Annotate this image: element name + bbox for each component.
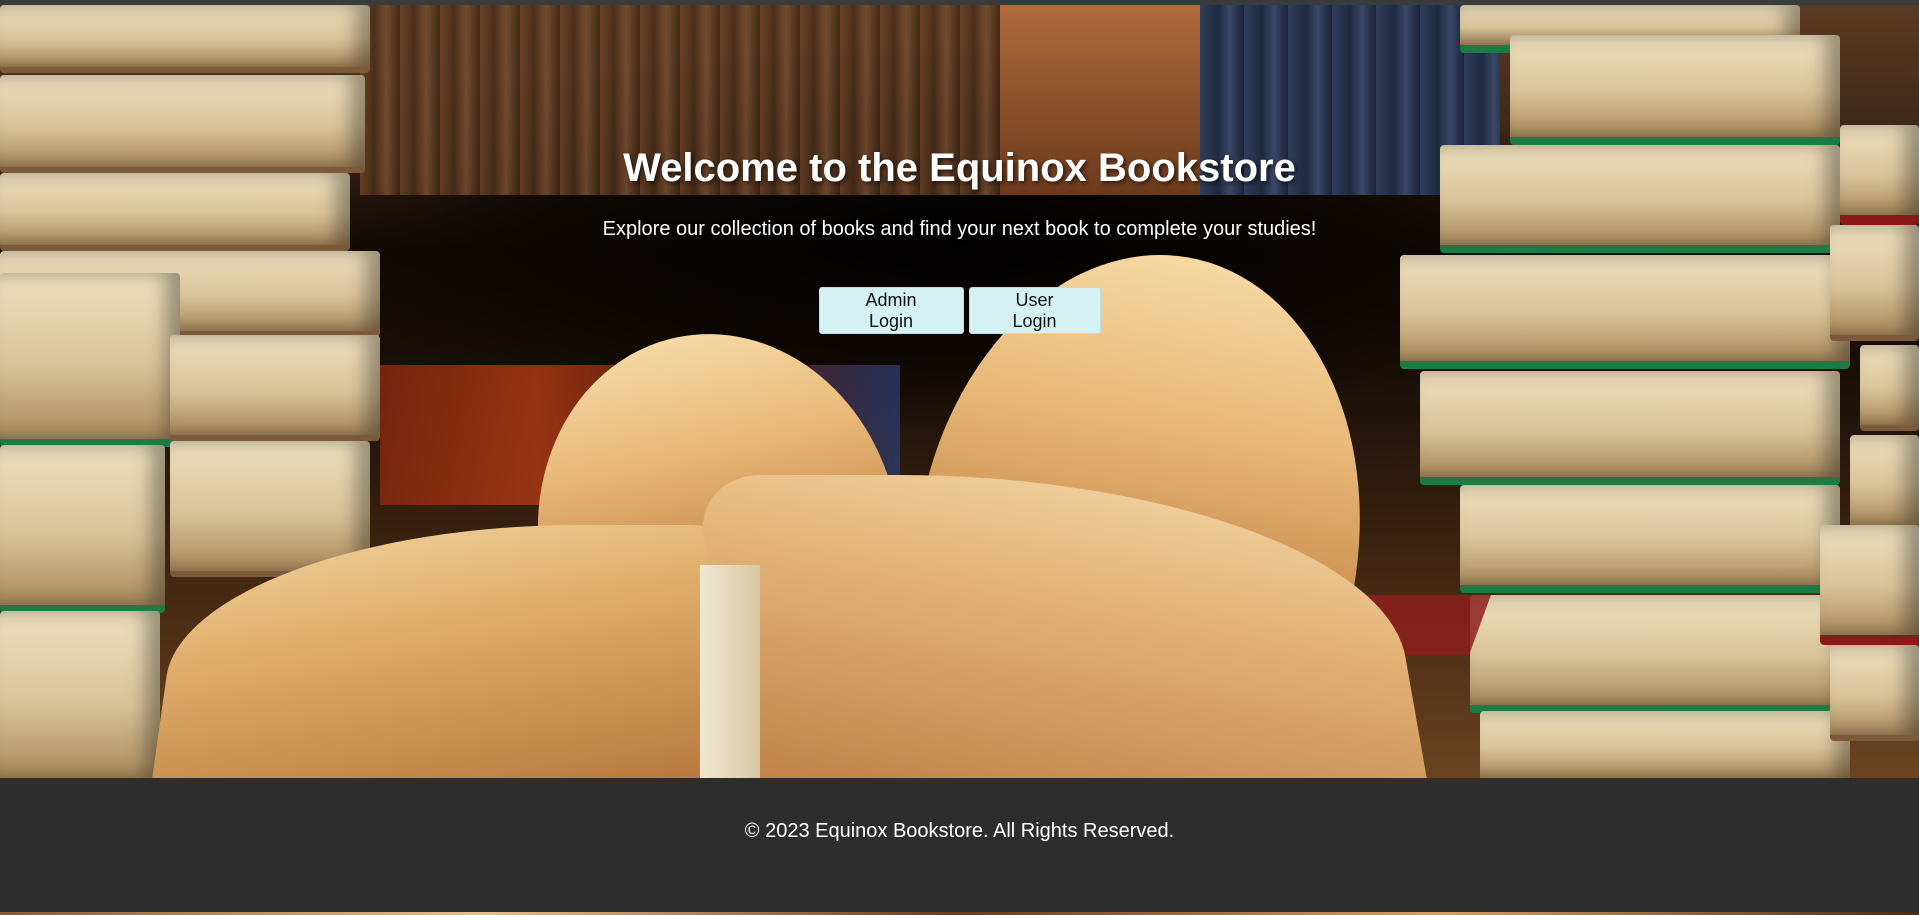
hero-content: Welcome to the Equinox Bookstore Explore… [0, 5, 1919, 778]
page-title: Welcome to the Equinox Bookstore [623, 146, 1296, 190]
user-login-button[interactable]: User Login [968, 287, 1101, 334]
footer: © 2023 Equinox Bookstore. All Rights Res… [0, 778, 1919, 912]
hero-section: Welcome to the Equinox Bookstore Explore… [0, 5, 1919, 778]
hero-subtitle: Explore our collection of books and find… [602, 218, 1317, 240]
login-button-group: Admin Login User Login [0, 287, 1919, 334]
footer-copyright: © 2023 Equinox Bookstore. All Rights Res… [744, 820, 1175, 842]
admin-login-button[interactable]: Admin Login [818, 287, 964, 334]
